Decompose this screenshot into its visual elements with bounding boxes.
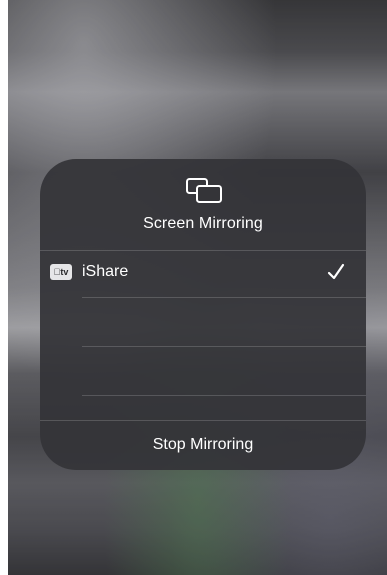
screen-mirroring-panel: Screen Mirroring tv iShare Stop Mirrori… <box>40 159 366 470</box>
row-divider <box>82 395 366 396</box>
stop-mirroring-label: Stop Mirroring <box>152 436 254 453</box>
checkmark-icon <box>327 263 345 280</box>
empty-device-row <box>40 347 366 395</box>
device-name: iShare <box>82 263 129 280</box>
panel-header: Screen Mirroring <box>40 159 366 250</box>
device-row-ishare[interactable]: tv iShare <box>40 250 366 297</box>
screen-mirroring-icon <box>186 178 222 203</box>
home-screen-background: Screen Mirroring tv iShare Stop Mirrori… <box>8 0 387 575</box>
apple-tv-icon: tv <box>50 264 72 280</box>
empty-device-row <box>40 298 366 346</box>
panel-title: Screen Mirroring <box>143 215 263 232</box>
stop-mirroring-button[interactable]: Stop Mirroring <box>40 421 366 470</box>
